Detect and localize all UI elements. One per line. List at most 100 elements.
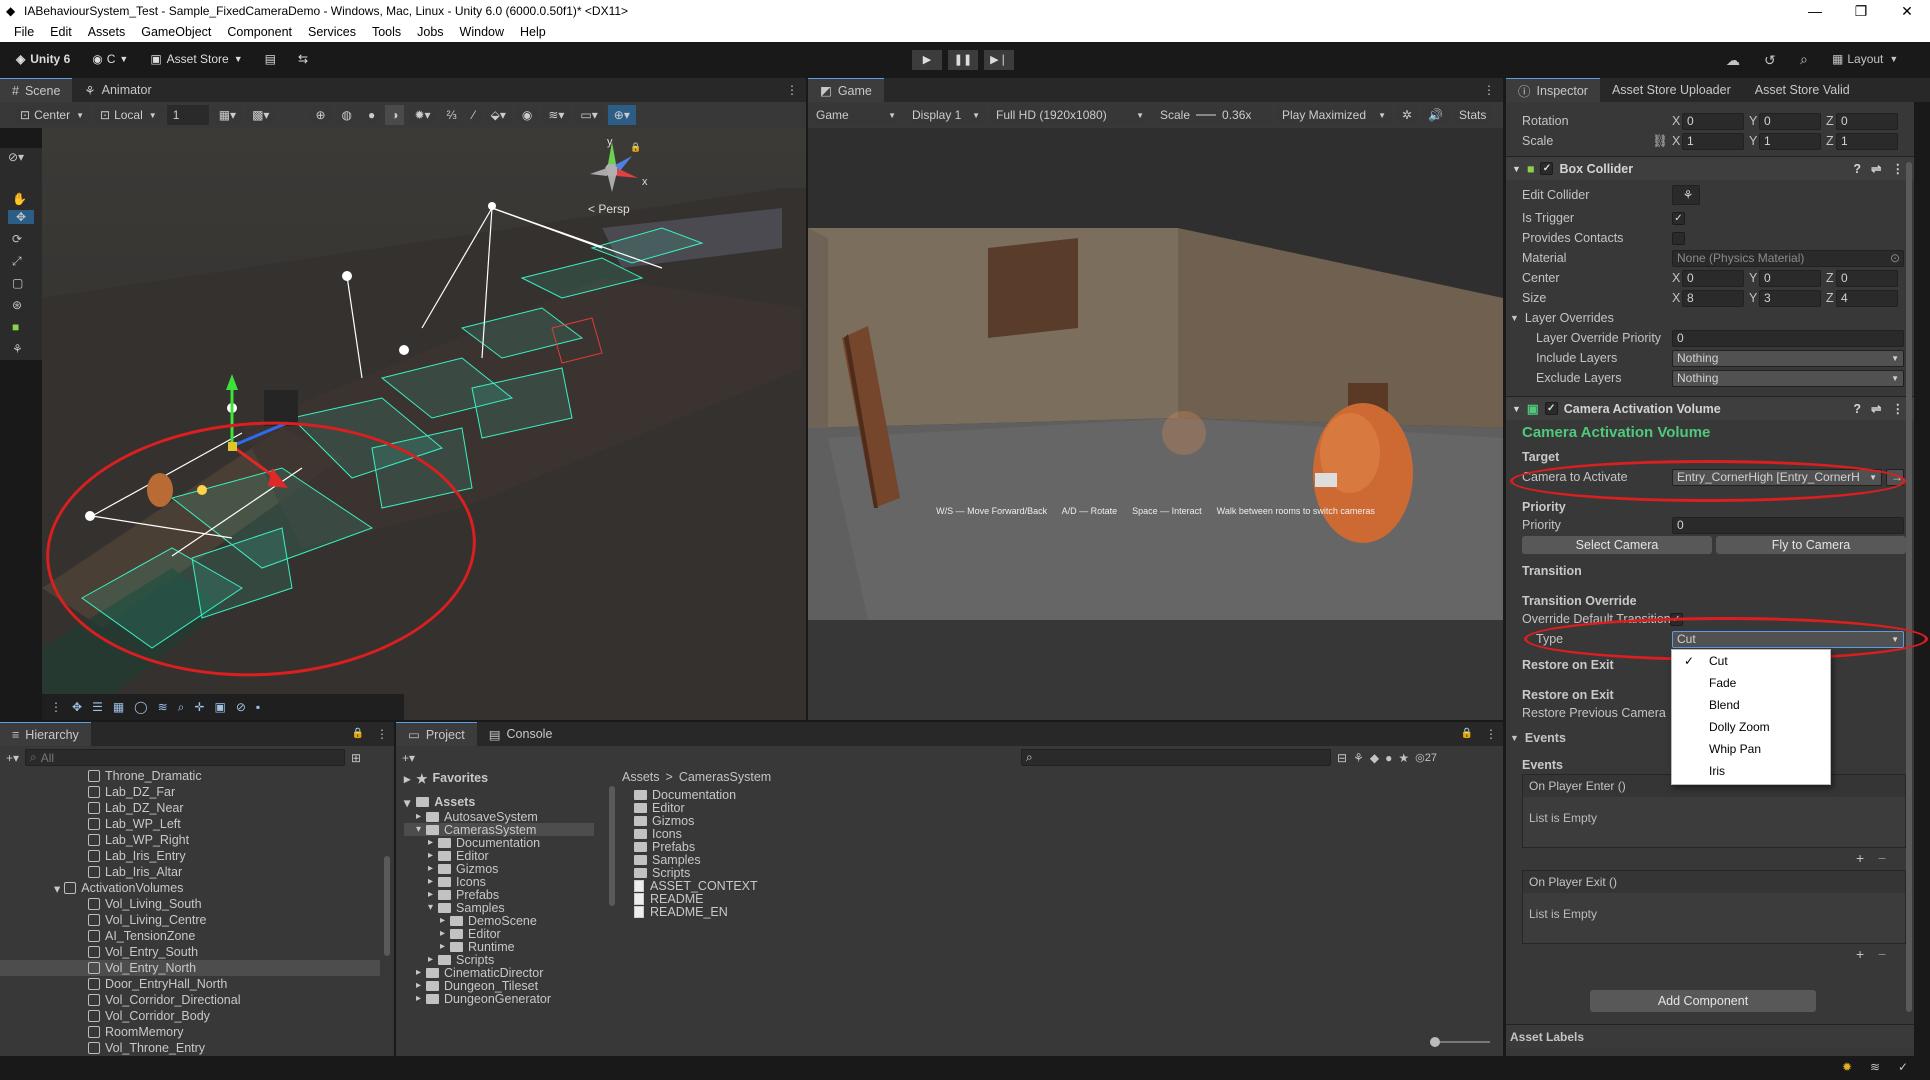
project-folder-item[interactable]: ▸ DemoScene: [404, 914, 594, 928]
lighting-icon[interactable]: ✹▾: [408, 105, 437, 125]
hidden-count[interactable]: ◎27: [1415, 751, 1437, 764]
project-folder-item[interactable]: ▸ Scripts: [404, 953, 594, 967]
hierarchy-item[interactable]: Vol_Entry_North: [0, 960, 380, 976]
pivot-dropdown[interactable]: ⊡ Center ▼: [14, 105, 91, 125]
hierarchy-item[interactable]: Throne_Dramatic: [0, 768, 380, 784]
transition-option-cut[interactable]: ✓ Cut: [1672, 650, 1830, 672]
project-folder-item[interactable]: ▸ Documentation: [404, 836, 594, 850]
scale-slider[interactable]: Scale 0.36x: [1154, 105, 1272, 125]
gizmos-icon[interactable]: ⊕▾: [607, 105, 636, 125]
menu-services[interactable]: Services: [300, 25, 364, 39]
hierarchy-item[interactable]: Lab_Iris_Entry: [0, 848, 380, 864]
saved-search-icon[interactable]: ⊟: [1337, 751, 1347, 765]
account-button[interactable]: ◈ Unity 6: [8, 48, 78, 70]
move-tool-icon[interactable]: ✥: [8, 210, 34, 224]
add-component-button[interactable]: Add Component: [1590, 990, 1816, 1012]
asset-store-button[interactable]: ▣ Asset Store ▼: [142, 48, 250, 70]
tab-project[interactable]: ▭ Project: [396, 722, 477, 746]
hierarchy-scrollbar[interactable]: [384, 856, 390, 956]
scale-tool-icon[interactable]: ⤢: [12, 254, 22, 269]
shading-shaded-icon[interactable]: ◍: [335, 105, 358, 125]
transition-option-whip-pan[interactable]: Whip Pan: [1672, 738, 1830, 760]
pause-button[interactable]: ❚❚: [948, 50, 978, 70]
game-viewport[interactable]: W/S — Move Forward/Back A/D — Rotate Spa…: [808, 128, 1503, 620]
project-file-item[interactable]: Scripts: [634, 866, 934, 880]
overlay-compass-icon[interactable]: ⊘: [236, 700, 246, 714]
search-icon[interactable]: ⌕: [1800, 51, 1808, 68]
snap-value-field[interactable]: 1: [166, 105, 209, 125]
exit-remove-button[interactable]: −: [1878, 946, 1886, 962]
is-trigger-checkbox[interactable]: ✓: [1672, 211, 1685, 225]
tab-hierarchy[interactable]: ≡ Hierarchy: [0, 722, 91, 746]
edit-collider-button[interactable]: ⚘: [1672, 185, 1700, 205]
check-status-icon[interactable]: ✓: [1898, 1060, 1908, 1074]
hierarchy-item[interactable]: ▾ ActivationVolumes: [0, 880, 380, 896]
add-icon[interactable]: +▾: [402, 751, 415, 765]
chevron-icon[interactable]: ▾: [416, 824, 421, 835]
priority-field[interactable]: 0: [1672, 516, 1904, 534]
overlay-search-icon[interactable]: ⌕: [178, 700, 185, 715]
chevron-icon[interactable]: ▸: [428, 863, 433, 874]
preset-icon[interactable]: ⇌: [1871, 161, 1881, 176]
tab-game[interactable]: ◩ Game: [808, 78, 884, 102]
chevron-icon[interactable]: ▸: [428, 954, 433, 965]
center-x[interactable]: 0: [1682, 269, 1744, 287]
more-icon[interactable]: ⋮: [1479, 722, 1503, 746]
include-layers-dropdown[interactable]: Nothing ▼: [1672, 349, 1904, 367]
project-folder-item[interactable]: ▸ DungeonGenerator: [404, 992, 594, 1006]
enter-add-button[interactable]: +: [1856, 850, 1864, 866]
tab-asset-store-validator[interactable]: Asset Store Valid: [1743, 78, 1862, 102]
icon-size-slider[interactable]: [1430, 1037, 1490, 1047]
exclude-layers-dropdown[interactable]: Nothing ▼: [1672, 369, 1904, 387]
filter-label-icon[interactable]: ◆: [1370, 751, 1379, 765]
overlay-move-icon[interactable]: ✥: [72, 700, 82, 714]
menu-jobs[interactable]: Jobs: [409, 25, 451, 39]
project-file-item[interactable]: Icons: [634, 827, 934, 841]
tab-animator[interactable]: ⚘ Animator: [72, 78, 163, 102]
breadcrumb-assets[interactable]: Assets: [622, 770, 660, 784]
play-button[interactable]: ▶: [912, 50, 942, 70]
shading-solid-icon[interactable]: ●: [361, 105, 382, 125]
transition-option-iris[interactable]: Iris: [1672, 760, 1830, 782]
cav-enabled[interactable]: ✓: [1544, 402, 1558, 415]
layers-icon[interactable]: ≋▾: [542, 105, 571, 125]
project-file-item[interactable]: README_EN: [634, 905, 934, 919]
project-file-item[interactable]: Editor: [634, 801, 934, 815]
more-icon[interactable]: ⋮: [370, 722, 394, 746]
visibility-icon[interactable]: ◉: [515, 105, 539, 125]
transition-option-fade[interactable]: Fade: [1672, 672, 1830, 694]
material-field[interactable]: None (Physics Material) ⊙: [1672, 249, 1904, 267]
project-folder-item[interactable]: ▸ Dungeon_Tileset: [404, 979, 594, 993]
project-folder-item[interactable]: ▸ Icons: [404, 875, 594, 889]
overlay-camera-icon[interactable]: ▣: [214, 700, 225, 714]
audio-icon[interactable]: 🔊: [1422, 105, 1450, 125]
menu-component[interactable]: Component: [219, 25, 300, 39]
project-search[interactable]: ⌕: [1021, 749, 1332, 766]
tab-inspector[interactable]: ⓘ Inspector: [1506, 78, 1600, 102]
breadcrumb-camerassystem[interactable]: CamerasSystem: [679, 770, 771, 784]
hierarchy-item[interactable]: Vol_Corridor_Directional: [0, 992, 380, 1008]
hierarchy-item[interactable]: RoomMemory: [0, 1024, 380, 1040]
lock-icon[interactable]: 🔒: [346, 722, 370, 746]
hand-tool-icon[interactable]: ✋: [12, 192, 27, 206]
project-file-item[interactable]: Gizmos: [634, 814, 934, 828]
rect-tool-icon[interactable]: ▢: [12, 276, 23, 290]
more-icon[interactable]: ⋮: [1892, 401, 1905, 416]
shading-lit-icon[interactable]: ◑: [385, 105, 405, 125]
chevron-icon[interactable]: ▸: [428, 876, 433, 887]
enter-remove-button[interactable]: −: [1878, 850, 1886, 866]
overlay-collider-icon[interactable]: ▪: [256, 700, 260, 714]
layout-dropdown[interactable]: ▦ Layout ▼: [1832, 52, 1898, 66]
favorite-icon[interactable]: ★: [1398, 751, 1409, 765]
hierarchy-item[interactable]: AI_TensionZone: [0, 928, 380, 944]
more-icon[interactable]: ⋮: [1892, 161, 1905, 176]
step-button[interactable]: ▶❘: [984, 50, 1014, 70]
transform-tool-icon[interactable]: ⊛: [12, 298, 22, 312]
size-z[interactable]: 4: [1836, 289, 1898, 307]
rotation-y[interactable]: 0: [1759, 112, 1821, 130]
help-icon[interactable]: ?: [1853, 162, 1861, 176]
lock-icon[interactable]: 🔒: [630, 142, 641, 153]
hierarchy-item[interactable]: Vol_Throne_Entry: [0, 1040, 380, 1056]
menu-tools[interactable]: Tools: [364, 25, 409, 39]
chevron-icon[interactable]: ▸: [428, 889, 433, 900]
